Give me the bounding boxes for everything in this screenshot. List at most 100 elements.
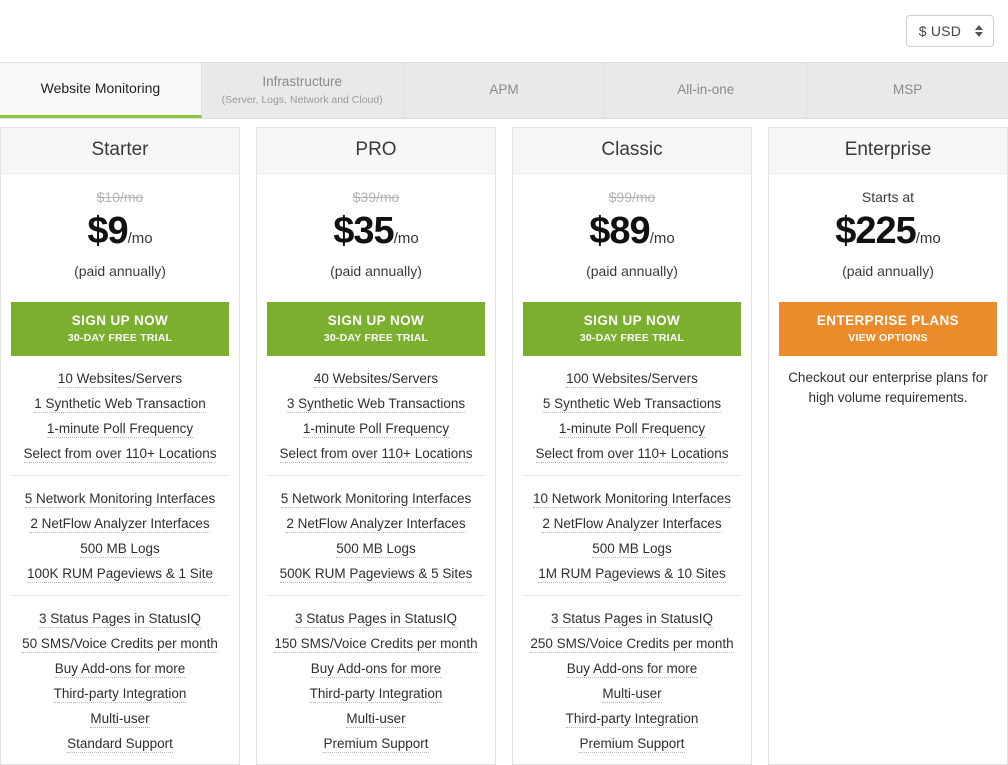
plan-name: Starter (1, 128, 239, 174)
feature-label: 1 Synthetic Web Transaction (34, 396, 206, 413)
arrow-up-icon (975, 25, 983, 30)
pricing-card-starter: Starter $10/mo $9/mo (paid annually) SIGN UP… (0, 127, 240, 765)
enterprise-plans-button[interactable]: ENTERPRISE PLANS VIEW OPTIONS (779, 302, 997, 356)
original-price: $99/mo (608, 189, 656, 205)
tab-apm[interactable]: APM (403, 63, 606, 118)
feature-item[interactable]: 1-minute Poll Frequency (11, 416, 229, 441)
feature-group: 100 Websites/Servers 5 Synthetic Web Tran… (523, 356, 741, 476)
billing-note: (paid annually) (74, 263, 166, 279)
currency-bar: $ USD (0, 0, 1008, 62)
feature-list: 100 Websites/Servers 5 Synthetic Web Tran… (513, 356, 751, 764)
cta-label: ENTERPRISE PLANS (816, 313, 960, 328)
feature-item[interactable]: 3 Status Pages in StatusIQ (267, 606, 485, 631)
feature-label: Buy Add-ons for more (566, 661, 698, 678)
price-block: $10/mo $9/mo (paid annually) (1, 174, 239, 291)
feature-item[interactable]: Buy Add-ons for more (523, 656, 741, 681)
sign-up-now-button[interactable]: SIGN UP NOW 30-DAY FREE TRIAL (523, 302, 741, 356)
feature-item[interactable]: 5 Network Monitoring Interfaces (11, 486, 229, 511)
feature-item[interactable]: 100 Websites/Servers (523, 366, 741, 391)
feature-group: 3 Status Pages in StatusIQ 50 SMS/Voice C… (11, 596, 229, 764)
feature-item[interactable]: 100K RUM Pageviews & 1 Site (11, 561, 229, 586)
tab-label: All-in-one (677, 82, 735, 98)
feature-item[interactable]: Multi-user (523, 681, 741, 706)
tab-infrastructure[interactable]: Infrastructure (Server, Logs, Network and… (201, 63, 404, 118)
currency-selected-value: $ USD (918, 23, 961, 39)
feature-group: 3 Status Pages in StatusIQ 250 SMS/Voice … (523, 596, 741, 764)
feature-label: 40 Websites/Servers (313, 371, 439, 388)
price-block: $99/mo $89/mo (paid annually) (513, 174, 751, 291)
feature-item[interactable]: Select from over 110+ Locations (11, 441, 229, 466)
feature-item[interactable]: Multi-user (267, 706, 485, 731)
feature-item[interactable]: Buy Add-ons for more (267, 656, 485, 681)
feature-item[interactable]: Standard Support (11, 731, 229, 756)
feature-item[interactable]: 50 SMS/Voice Credits per month (11, 631, 229, 656)
feature-item[interactable]: 3 Synthetic Web Transactions (267, 391, 485, 416)
feature-label: 3 Synthetic Web Transactions (286, 396, 466, 413)
feature-item[interactable]: 150 SMS/Voice Credits per month (267, 631, 485, 656)
feature-item[interactable]: 1-minute Poll Frequency (523, 416, 741, 441)
price-block: $39/mo $35/mo (paid annually) (257, 174, 495, 291)
feature-item[interactable]: 1 Synthetic Web Transaction (11, 391, 229, 416)
feature-item[interactable]: 40 Websites/Servers (267, 366, 485, 391)
feature-label: Select from over 110+ Locations (23, 446, 217, 463)
feature-item[interactable]: Third-party Integration (523, 706, 741, 731)
feature-label: 10 Websites/Servers (57, 371, 183, 388)
feature-item[interactable]: 3 Status Pages in StatusIQ (523, 606, 741, 631)
price-amount: $9 (87, 210, 128, 252)
feature-item[interactable]: 500K RUM Pageviews & 5 Sites (267, 561, 485, 586)
tab-website-monitoring[interactable]: Website Monitoring (0, 63, 202, 118)
tab-label: Website Monitoring (40, 80, 161, 97)
sign-up-now-button[interactable]: SIGN UP NOW 30-DAY FREE TRIAL (267, 302, 485, 356)
feature-item[interactable]: 2 NetFlow Analyzer Interfaces (11, 511, 229, 536)
feature-item[interactable]: Premium Support (267, 731, 485, 756)
feature-label: 2 NetFlow Analyzer Interfaces (542, 516, 722, 533)
feature-item[interactable]: Select from over 110+ Locations (523, 441, 741, 466)
feature-item[interactable]: 3 Status Pages in StatusIQ (11, 606, 229, 631)
tab-msp[interactable]: MSP (807, 63, 1008, 118)
feature-label: 250 SMS/Voice Credits per month (530, 636, 734, 653)
tab-label: Infrastructure (262, 74, 342, 89)
feature-item[interactable]: 250 SMS/Voice Credits per month (523, 631, 741, 656)
price-period: /mo (127, 230, 153, 247)
feature-item[interactable]: Third-party Integration (267, 681, 485, 706)
feature-item[interactable]: 500 MB Logs (267, 536, 485, 561)
pricing-card-classic: Classic $99/mo $89/mo (paid annually) SIGN U… (512, 127, 752, 765)
feature-label: Multi-user (346, 711, 406, 728)
feature-item[interactable]: Premium Support (523, 731, 741, 756)
feature-item[interactable]: 10 Network Monitoring Interfaces (523, 486, 741, 511)
feature-item[interactable]: 1-minute Poll Frequency (267, 416, 485, 441)
cta-sublabel: 30-DAY FREE TRIAL (323, 332, 429, 344)
feature-label: 500 MB Logs (336, 541, 416, 558)
feature-label: 1M RUM Pageviews & 10 Sites (538, 566, 726, 583)
current-price: $225/mo (777, 212, 999, 250)
feature-item[interactable]: Select from over 110+ Locations (267, 441, 485, 466)
price-amount: $225 (835, 210, 917, 252)
feature-item[interactable]: 1M RUM Pageviews & 10 Sites (523, 561, 741, 586)
currency-select[interactable]: $ USD (905, 15, 994, 47)
feature-item[interactable]: 500 MB Logs (11, 536, 229, 561)
feature-item[interactable]: Buy Add-ons for more (11, 656, 229, 681)
billing-note: (paid annually) (842, 263, 934, 279)
cta-label: SIGN UP NOW (327, 313, 425, 328)
feature-item[interactable]: Multi-user (11, 706, 229, 731)
feature-item[interactable]: 5 Synthetic Web Transactions (523, 391, 741, 416)
billing-note: (paid annually) (330, 263, 422, 279)
feature-item[interactable]: 2 NetFlow Analyzer Interfaces (267, 511, 485, 536)
feature-group: 3 Status Pages in StatusIQ 150 SMS/Voice … (267, 596, 485, 764)
feature-item[interactable]: 10 Websites/Servers (11, 366, 229, 391)
cta-sublabel: 30-DAY FREE TRIAL (579, 332, 685, 344)
feature-label: 2 NetFlow Analyzer Interfaces (286, 516, 466, 533)
feature-label: 500K RUM Pageviews & 5 Sites (279, 566, 473, 583)
tab-all-in-one[interactable]: All-in-one (605, 63, 808, 118)
feature-item[interactable]: 2 NetFlow Analyzer Interfaces (523, 511, 741, 536)
spinner-arrows-icon[interactable] (975, 25, 983, 37)
feature-item[interactable]: 5 Network Monitoring Interfaces (267, 486, 485, 511)
enterprise-description: Checkout our enterprise plans for high v… (788, 370, 988, 405)
feature-label: Buy Add-ons for more (54, 661, 186, 678)
price-block: Starts at $225/mo (paid annually) (769, 174, 1007, 291)
billing-note: (paid annually) (586, 263, 678, 279)
feature-item[interactable]: Third-party Integration (11, 681, 229, 706)
feature-item[interactable]: 500 MB Logs (523, 536, 741, 561)
sign-up-now-button[interactable]: SIGN UP NOW 30-DAY FREE TRIAL (11, 302, 229, 356)
price-amount: $35 (333, 210, 394, 252)
